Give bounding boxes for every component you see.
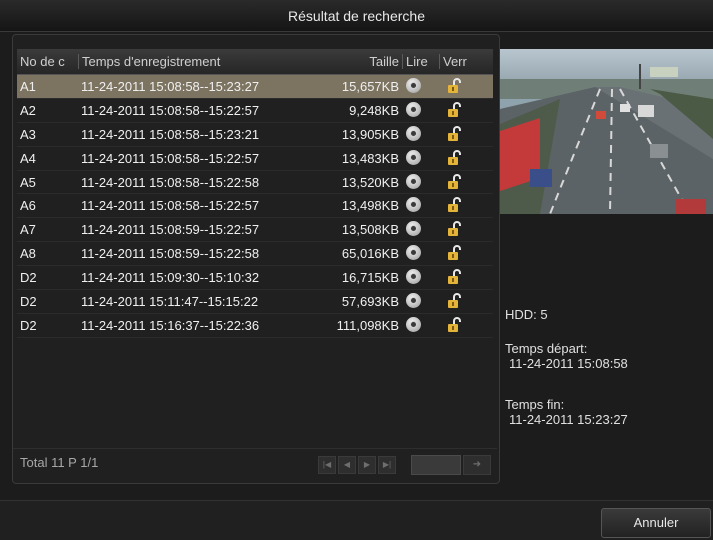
window-title: Résultat de recherche [288, 8, 425, 24]
row-size: 13,520KB [341, 174, 399, 190]
lock-icon[interactable] [445, 316, 463, 337]
table-row[interactable]: A2 11-24-2011 15:08:58--15:22:57 9,248KB [17, 99, 493, 123]
row-number: D2 [20, 294, 37, 310]
column-header-lock[interactable]: Verr [439, 54, 481, 69]
title-bar: Résultat de recherche [0, 0, 713, 32]
play-icon[interactable] [406, 78, 421, 96]
table-row[interactable]: D2 11-24-2011 15:09:30--15:10:32 16,715KB [17, 266, 493, 291]
row-time: 11-24-2011 15:16:37--15:22:36 [81, 317, 260, 333]
row-number: A5 [20, 174, 36, 190]
prev-page-icon[interactable]: ◀ [338, 456, 356, 474]
next-page-icon[interactable]: ▶ [358, 456, 376, 474]
row-number: A7 [20, 222, 36, 238]
table-row[interactable]: A4 11-24-2011 15:08:58--15:22:57 13,483KB [17, 147, 493, 171]
pager: |◀ ◀ ▶ ▶| [318, 456, 396, 474]
play-icon[interactable] [406, 173, 421, 192]
play-icon[interactable] [406, 245, 421, 263]
row-size: 111,098KB [336, 317, 399, 333]
total-count: Total 11 P 1/1 [20, 455, 99, 470]
play-icon[interactable] [406, 101, 421, 120]
row-size: 9,248KB [349, 102, 399, 118]
row-time: 11-24-2011 15:08:58--15:22:58 [81, 174, 260, 190]
cancel-button[interactable]: Annuler [601, 508, 711, 538]
hdd-label: HDD: 5 [505, 307, 548, 322]
table-row[interactable]: A1 11-24-2011 15:08:58--15:23:27 15,657KB [17, 75, 493, 99]
lock-icon[interactable] [445, 125, 463, 146]
lock-icon[interactable] [445, 268, 463, 289]
start-time-label: Temps départ: [505, 341, 588, 356]
row-number: A6 [20, 198, 36, 214]
play-icon[interactable] [406, 197, 421, 215]
row-number: A2 [20, 102, 36, 118]
start-time-value: 11-24-2011 15:08:58 [509, 356, 628, 371]
highway-thumbnail [500, 49, 713, 214]
row-time: 11-24-2011 15:08:58--15:22:57 [81, 150, 260, 166]
lock-icon[interactable] [445, 149, 463, 170]
row-time: 11-24-2011 15:08:58--15:23:27 [81, 79, 260, 94]
row-number: A8 [20, 246, 36, 262]
table-row[interactable]: A3 11-24-2011 15:08:58--15:23:21 13,905KB [17, 123, 493, 147]
row-number: D2 [20, 270, 37, 286]
lock-icon[interactable] [445, 292, 463, 313]
row-time: 11-24-2011 15:08:58--15:22:57 [81, 102, 260, 118]
row-number: A3 [20, 126, 36, 142]
column-header-size[interactable]: Taille [347, 54, 399, 69]
first-page-icon[interactable]: |◀ [318, 456, 336, 474]
row-size: 13,508KB [341, 222, 399, 238]
row-size: 13,498KB [341, 198, 399, 214]
table-footer: Total 11 P 1/1 |◀ ◀ ▶ ▶| ➜ [13, 448, 497, 483]
lock-icon[interactable] [445, 244, 463, 265]
results-table: No de c Temps d'enregistrement Taille Li… [17, 49, 493, 338]
row-size: 15,657KB [341, 79, 399, 94]
column-header-play[interactable]: Lire [402, 54, 440, 69]
row-time: 11-24-2011 15:08:59--15:22:57 [81, 222, 260, 238]
column-header-time[interactable]: Temps d'enregistrement [78, 54, 306, 69]
row-size: 13,483KB [341, 150, 399, 166]
play-icon[interactable] [406, 269, 421, 287]
lock-icon[interactable] [445, 77, 463, 98]
lock-icon[interactable] [445, 173, 463, 194]
end-time-value: 11-24-2011 15:23:27 [509, 412, 628, 427]
lock-icon[interactable] [445, 220, 463, 241]
table-header: No de c Temps d'enregistrement Taille Li… [17, 49, 493, 75]
play-icon[interactable] [406, 316, 421, 335]
page-number-input[interactable] [411, 455, 461, 475]
video-preview [500, 49, 713, 214]
play-icon[interactable] [406, 125, 421, 144]
row-time: 11-24-2011 15:11:47--15:15:22 [81, 294, 259, 310]
table-row[interactable]: A5 11-24-2011 15:08:58--15:22:58 13,520KB [17, 171, 493, 195]
lock-icon[interactable] [445, 101, 463, 122]
lock-icon[interactable] [445, 196, 463, 217]
play-icon[interactable] [406, 221, 421, 239]
row-time: 11-24-2011 15:08:58--15:23:21 [81, 126, 260, 142]
table-row[interactable]: D2 11-24-2011 15:11:47--15:15:22 57,693KB [17, 290, 493, 314]
play-icon[interactable] [406, 293, 421, 311]
row-number: D2 [20, 317, 37, 333]
row-number: A4 [20, 150, 36, 166]
table-row[interactable]: A8 11-24-2011 15:08:59--15:22:58 65,016KB [17, 242, 493, 267]
play-icon[interactable] [406, 149, 421, 168]
row-time: 11-24-2011 15:09:30--15:10:32 [81, 270, 260, 286]
row-size: 57,693KB [341, 294, 399, 310]
row-time: 11-24-2011 15:08:58--15:22:57 [81, 198, 260, 214]
last-page-icon[interactable]: ▶| [378, 456, 396, 474]
row-size: 16,715KB [341, 270, 399, 286]
row-size: 65,016KB [341, 246, 399, 262]
table-row[interactable]: D2 11-24-2011 15:16:37--15:22:36 111,098KB [17, 314, 493, 338]
go-arrow-icon[interactable]: ➜ [463, 455, 491, 475]
column-header-no[interactable]: No de c [20, 54, 78, 69]
table-row[interactable]: A6 11-24-2011 15:08:58--15:22:57 13,498KB [17, 194, 493, 219]
table-body: A1 11-24-2011 15:08:58--15:23:27 15,657KB A… [17, 75, 493, 338]
row-number: A1 [20, 79, 36, 94]
row-time: 11-24-2011 15:08:59--15:22:58 [81, 246, 260, 262]
end-time-label: Temps fin: [505, 397, 565, 412]
table-row[interactable]: A7 11-24-2011 15:08:59--15:22:57 13,508KB [17, 218, 493, 243]
row-size: 13,905KB [341, 126, 399, 142]
